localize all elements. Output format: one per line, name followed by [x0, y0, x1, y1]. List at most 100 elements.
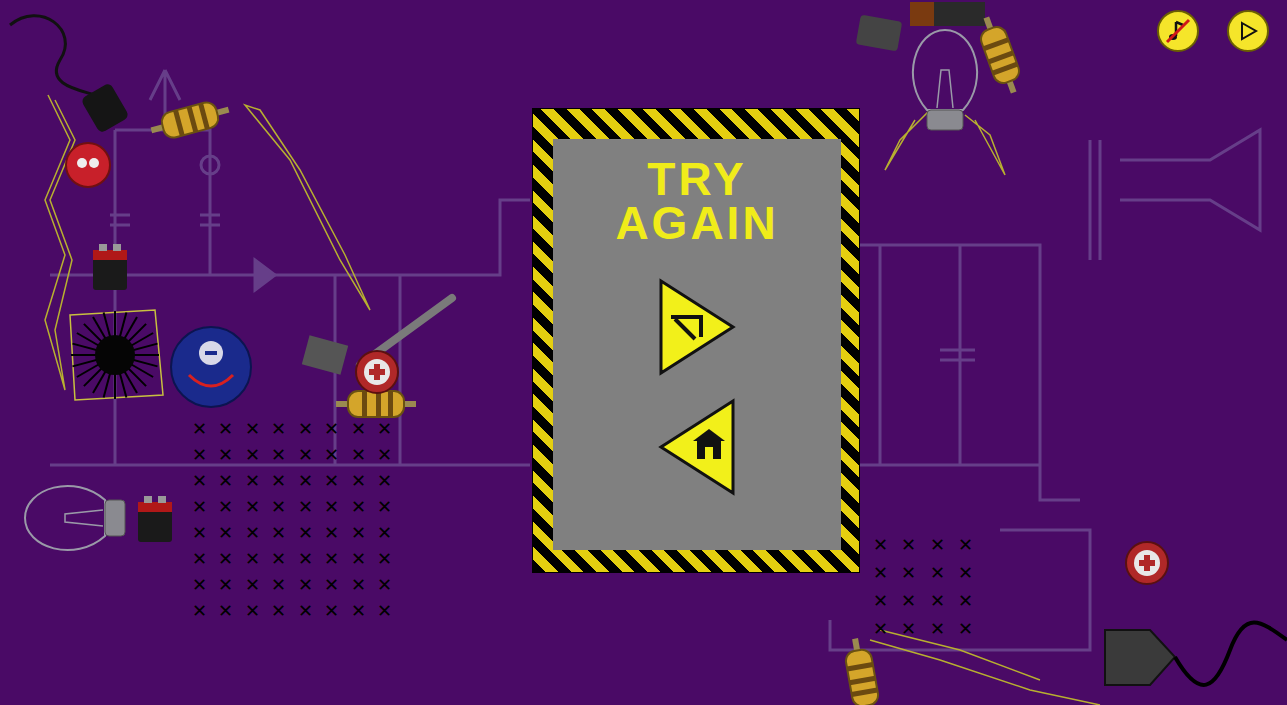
game-screen: ✕✕✕✕✕✕✕✕✕✕✕✕✕✕✕✕✕✕✕✕✕✕✕✕✕✕✕✕✕✕✕✕✕✕✕✕✕✕✕✕… — [0, 0, 1287, 705]
x-mark: ✕ — [952, 587, 981, 615]
x-mark: ✕ — [345, 416, 372, 442]
x-mark: ✕ — [213, 598, 240, 624]
x-mark: ✕ — [292, 416, 319, 442]
x-mark: ✕ — [266, 598, 293, 624]
x-mark: ✕ — [292, 520, 319, 546]
x-grid: ✕✕✕✕✕✕✕✕✕✕✕✕✕✕✕✕✕✕✕✕✕✕✕✕✕✕✕✕✕✕✕✕✕✕✕✕✕✕✕✕… — [186, 416, 398, 624]
x-mark: ✕ — [372, 598, 399, 624]
bulb-icon[interactable] — [25, 486, 125, 550]
x-mark: ✕ — [895, 531, 924, 559]
resistor-icon[interactable] — [148, 97, 232, 143]
x-mark: ✕ — [186, 520, 213, 546]
x-mark: ✕ — [213, 546, 240, 572]
music-toggle-button[interactable] — [1157, 10, 1199, 52]
home-icon — [657, 397, 737, 497]
schematic-background — [50, 70, 1260, 650]
x-mark: ✕ — [266, 416, 293, 442]
x-mark: ✕ — [319, 494, 346, 520]
power-cord-icon[interactable] — [10, 16, 130, 134]
title-line: TRY — [647, 157, 746, 201]
x-mark: ✕ — [345, 546, 372, 572]
battery-icon[interactable] — [138, 496, 172, 542]
top-controls — [1157, 10, 1269, 52]
x-mark: ✕ — [866, 587, 895, 615]
x-mark: ✕ — [186, 468, 213, 494]
x-mark: ✕ — [345, 494, 372, 520]
x-mark: ✕ — [292, 494, 319, 520]
x-mark: ✕ — [866, 615, 895, 643]
title-line: AGAIN — [615, 201, 778, 245]
x-mark: ✕ — [266, 546, 293, 572]
x-mark: ✕ — [372, 572, 399, 598]
x-mark: ✕ — [895, 587, 924, 615]
x-mark: ✕ — [345, 442, 372, 468]
x-mark: ✕ — [266, 572, 293, 598]
x-mark: ✕ — [319, 468, 346, 494]
x-mark: ✕ — [319, 416, 346, 442]
x-mark: ✕ — [186, 442, 213, 468]
x-mark: ✕ — [372, 442, 399, 468]
x-mark: ✕ — [239, 468, 266, 494]
x-mark: ✕ — [292, 468, 319, 494]
x-mark: ✕ — [213, 494, 240, 520]
red-face-icon[interactable] — [66, 143, 110, 187]
x-mark: ✕ — [345, 520, 372, 546]
blue-smiley-icon[interactable] — [171, 327, 251, 407]
plus-charge-icon[interactable] — [356, 351, 398, 393]
x-mark: ✕ — [266, 468, 293, 494]
x-mark: ✕ — [319, 546, 346, 572]
x-mark: ✕ — [239, 546, 266, 572]
x-mark: ✕ — [239, 520, 266, 546]
x-mark: ✕ — [292, 546, 319, 572]
x-mark: ✕ — [952, 531, 981, 559]
x-mark: ✕ — [923, 531, 952, 559]
x-mark: ✕ — [923, 559, 952, 587]
x-mark: ✕ — [866, 531, 895, 559]
music-note-icon — [1163, 16, 1193, 46]
x-mark: ✕ — [952, 559, 981, 587]
x-mark: ✕ — [952, 615, 981, 643]
home-button[interactable] — [657, 397, 737, 497]
plus-charge-icon[interactable] — [1126, 542, 1168, 584]
dialog-panel: TRYAGAIN — [553, 139, 841, 550]
x-mark: ✕ — [895, 559, 924, 587]
x-mark: ✕ — [186, 572, 213, 598]
x-mark: ✕ — [266, 520, 293, 546]
x-mark: ✕ — [923, 615, 952, 643]
x-mark: ✕ — [186, 546, 213, 572]
x-mark: ✕ — [345, 598, 372, 624]
resistor-icon[interactable] — [974, 13, 1026, 97]
try-again-dialog: TRYAGAIN — [532, 108, 860, 573]
retry-button[interactable] — [657, 277, 737, 377]
x-mark: ✕ — [895, 615, 924, 643]
x-mark: ✕ — [923, 587, 952, 615]
x-mark: ✕ — [266, 494, 293, 520]
spiky-ball-icon[interactable] — [70, 310, 163, 400]
x-mark: ✕ — [866, 559, 895, 587]
x-mark: ✕ — [239, 442, 266, 468]
x-mark: ✕ — [319, 572, 346, 598]
retry-icon — [657, 277, 737, 377]
x-mark: ✕ — [372, 416, 399, 442]
play-icon — [1237, 20, 1259, 42]
x-mark: ✕ — [213, 442, 240, 468]
resistor-icon[interactable] — [336, 391, 416, 417]
plug-icon[interactable] — [1105, 623, 1287, 686]
x-mark: ✕ — [345, 468, 372, 494]
x-mark: ✕ — [239, 572, 266, 598]
x-mark: ✕ — [372, 520, 399, 546]
resistor-icon[interactable] — [842, 636, 881, 705]
x-mark: ✕ — [239, 494, 266, 520]
x-mark: ✕ — [186, 416, 213, 442]
x-mark: ✕ — [292, 442, 319, 468]
play-button[interactable] — [1227, 10, 1269, 52]
x-mark: ✕ — [186, 598, 213, 624]
x-mark: ✕ — [213, 572, 240, 598]
x-mark: ✕ — [213, 468, 240, 494]
x-mark: ✕ — [319, 442, 346, 468]
bulb-icon[interactable] — [913, 30, 977, 130]
x-mark: ✕ — [186, 494, 213, 520]
x-mark: ✕ — [239, 416, 266, 442]
battery-icon[interactable] — [93, 244, 127, 290]
x-mark: ✕ — [319, 598, 346, 624]
